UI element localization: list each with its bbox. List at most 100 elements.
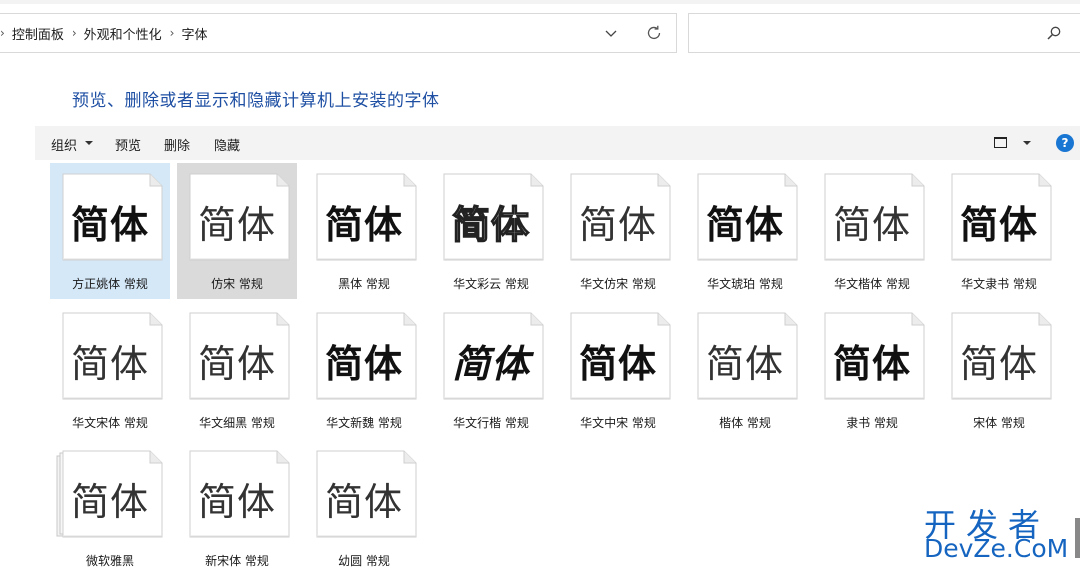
breadcrumb-item-control-panel[interactable]: 控制面板 <box>12 24 64 43</box>
font-item-label: 华文楷体 常规 <box>834 277 910 291</box>
font-item[interactable]: 简体 华文新魏 常规 <box>304 302 424 438</box>
font-item[interactable]: 简体 隶书 常规 <box>812 302 932 438</box>
watermark: 开发者 DevZe.CoM <box>920 500 1080 569</box>
font-sample-text: 简体 <box>578 340 657 386</box>
breadcrumb-item-appearance[interactable]: 外观和个性化 <box>84 24 162 43</box>
caret-down-icon[interactable] <box>1023 141 1031 145</box>
search-input[interactable] <box>688 13 1080 53</box>
font-file-icon: 简体 <box>818 312 926 400</box>
chevron-right-icon[interactable]: › <box>72 26 77 40</box>
window-top-strip <box>0 0 1080 4</box>
font-file-icon: 简体 <box>945 312 1053 400</box>
font-file-icon: 简体 <box>564 173 672 261</box>
font-item[interactable]: 简体 华文行楷 常规 <box>431 302 551 438</box>
font-item-label: 华文细黑 常规 <box>199 416 275 430</box>
font-file-icon: 简体 <box>310 173 418 261</box>
font-item[interactable]: 简体 华文中宋 常规 <box>558 302 678 438</box>
font-item-label: 隶书 常规 <box>846 416 898 430</box>
font-item[interactable]: 简体 华文楷体 常规 <box>812 163 932 299</box>
font-item-label: 华文彩云 常规 <box>453 277 529 291</box>
font-file-icon: 简体 <box>183 450 291 538</box>
font-item[interactable]: 简体 华文隶书 常规 <box>939 163 1059 299</box>
font-item[interactable]: 简体 华文琥珀 常规 <box>685 163 805 299</box>
font-item-label: 华文行楷 常规 <box>453 416 529 430</box>
view-options-icon[interactable] <box>994 137 1007 148</box>
breadcrumb-item-fonts[interactable]: 字体 <box>181 24 207 43</box>
hide-button[interactable]: 隐藏 <box>214 135 240 154</box>
font-item[interactable]: 简体 方正姚体 常规 <box>50 163 170 299</box>
font-item[interactable]: 简体 幼圆 常规 <box>304 440 424 569</box>
search-icon[interactable] <box>1046 25 1062 41</box>
breadcrumb: › 控制面板 › 外观和个性化 › 字体 <box>0 14 215 52</box>
font-control-panel-window: › 控制面板 › 外观和个性化 › 字体 预览、删除或者显示和隐藏计算机上安装的… <box>0 0 1080 569</box>
font-item[interactable]: 简体 华文细黑 常规 <box>177 302 297 438</box>
font-sample-text: 简体 <box>959 201 1038 247</box>
font-item[interactable]: 简体 新宋体 常规 <box>177 440 297 569</box>
font-sample-text: 简体 <box>324 202 403 247</box>
scrollbar-thumb[interactable] <box>1075 518 1080 558</box>
caret-down-icon[interactable] <box>85 141 93 145</box>
chevron-down-icon[interactable] <box>603 25 619 41</box>
font-item-label: 新宋体 常规 <box>205 554 269 568</box>
font-item-label: 黑体 常规 <box>338 277 390 291</box>
font-file-icon: 简体 <box>56 173 164 261</box>
font-item[interactable]: 简体 仿宋 常规 <box>177 163 297 299</box>
font-file-icon: 简体 <box>818 173 926 261</box>
page-title: 预览、删除或者显示和隐藏计算机上安装的字体 <box>72 91 440 111</box>
font-file-icon: 简体 <box>310 450 418 538</box>
organize-button[interactable]: 组织 <box>51 135 77 154</box>
font-sample-text: 简体 <box>705 202 784 247</box>
help-icon[interactable]: ? <box>1056 134 1074 152</box>
address-bar[interactable]: › 控制面板 › 外观和个性化 › 字体 <box>0 13 677 53</box>
chevron-right-icon[interactable]: › <box>0 26 5 40</box>
font-item[interactable]: 简体 华文彩云 常规 <box>431 163 551 299</box>
font-file-icon: 简体 <box>437 312 545 400</box>
font-item[interactable]: 简体 华文宋体 常规 <box>50 302 170 438</box>
font-file-icon: 简体 <box>183 173 291 261</box>
font-item[interactable]: 简体 黑体 常规 <box>304 163 424 299</box>
font-file-icon: 简体 <box>183 312 291 400</box>
font-item-label: 华文宋体 常规 <box>72 416 148 430</box>
font-sample-text: 简体 <box>70 341 149 386</box>
font-item-label: 华文仿宋 常规 <box>580 277 656 291</box>
font-item-label: 华文中宋 常规 <box>580 416 656 430</box>
font-item-label: 幼圆 常规 <box>338 554 390 568</box>
font-item-label: 仿宋 常规 <box>211 277 263 291</box>
font-sample-text: 简体 <box>705 341 784 386</box>
font-sample-text: 简体 <box>578 202 657 247</box>
font-item[interactable]: 简体 楷体 常规 <box>685 302 805 438</box>
font-item-label: 华文隶书 常规 <box>961 277 1037 291</box>
font-item-label: 华文琥珀 常规 <box>707 277 783 291</box>
font-sample-text: 简体 <box>832 202 911 247</box>
font-sample-text: 简体 <box>197 479 276 524</box>
font-item-label: 楷体 常规 <box>719 416 771 430</box>
preview-button[interactable]: 预览 <box>115 135 141 154</box>
font-item-label: 华文新魏 常规 <box>326 416 402 430</box>
command-bar: 组织 预览 删除 隐藏 ? <box>35 126 1080 160</box>
chevron-right-icon[interactable]: › <box>170 26 175 40</box>
font-sample-text: 简体 <box>959 341 1038 386</box>
font-sample-text: 简体 <box>197 202 276 247</box>
font-sample-text: 简体 <box>451 202 530 247</box>
font-sample-text: 简体 <box>832 340 911 386</box>
delete-button[interactable]: 删除 <box>164 135 190 154</box>
font-sample-text: 简体 <box>324 340 403 386</box>
font-file-icon: 简体 <box>56 450 164 538</box>
font-item-label: 宋体 常规 <box>973 416 1025 430</box>
font-item[interactable]: 简体 华文仿宋 常规 <box>558 163 678 299</box>
font-item[interactable]: 简体 微软雅黑 <box>50 440 170 569</box>
font-file-icon: 简体 <box>437 173 545 261</box>
font-file-icon: 简体 <box>691 312 799 400</box>
font-file-icon: 简体 <box>945 173 1053 261</box>
font-sample-text: 简体 <box>70 201 149 247</box>
font-sample-text: 简体 <box>197 341 276 386</box>
font-item[interactable]: 简体 宋体 常规 <box>939 302 1059 438</box>
font-sample-text: 简体 <box>324 479 403 524</box>
refresh-icon[interactable] <box>645 24 663 42</box>
font-file-icon: 简体 <box>691 173 799 261</box>
font-file-icon: 简体 <box>56 312 164 400</box>
font-item-label: 方正姚体 常规 <box>72 277 148 291</box>
font-item-label: 微软雅黑 <box>85 554 134 568</box>
watermark-en: DevZe.CoM <box>924 534 1069 563</box>
font-sample-text: 简体 <box>451 340 530 386</box>
